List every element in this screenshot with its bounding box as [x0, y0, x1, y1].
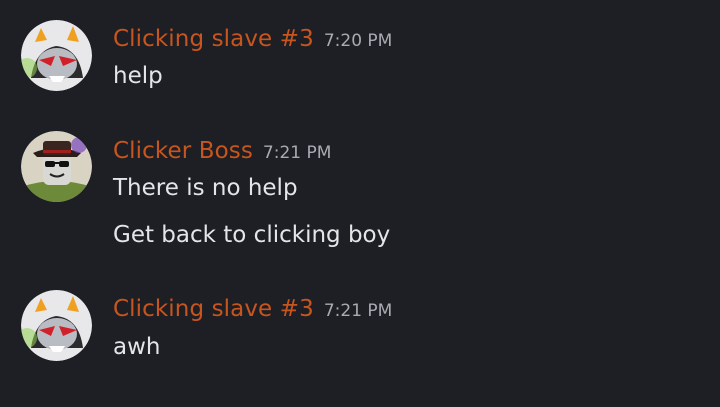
message-author[interactable]: Clicking slave #3 — [113, 296, 314, 322]
message-author[interactable]: Clicking slave #3 — [113, 26, 314, 52]
message-text: There is no help — [113, 175, 298, 201]
message-text: awh — [113, 334, 161, 360]
boss-avatar-icon[interactable] — [21, 131, 92, 202]
message-text: Get back to clicking boy — [113, 222, 391, 248]
message-text: help — [113, 63, 163, 89]
message-timestamp[interactable]: 7:21 PM — [263, 143, 332, 163]
message-author[interactable]: Clicker Boss — [113, 138, 253, 164]
chat-message-list: Clicking slave #3 7:20 PM help Clicker Bo… — [0, 0, 720, 407]
troll-avatar-icon[interactable] — [21, 290, 92, 361]
troll-avatar-icon[interactable] — [21, 20, 92, 91]
message-timestamp[interactable]: 7:21 PM — [324, 301, 393, 321]
message-timestamp[interactable]: 7:20 PM — [324, 31, 393, 51]
